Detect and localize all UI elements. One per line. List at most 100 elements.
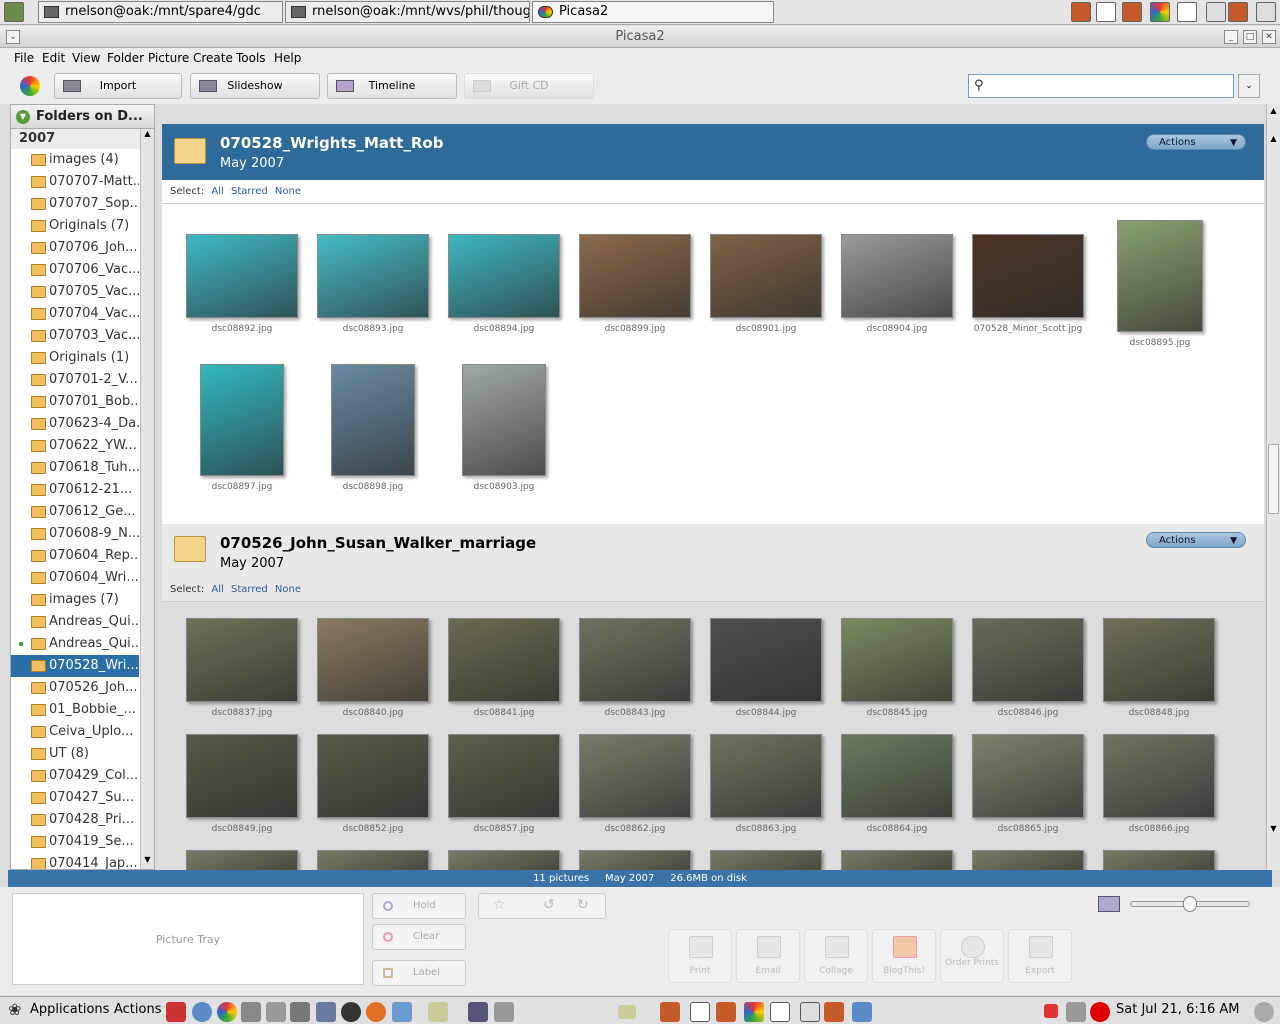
task-picasa[interactable]: Picasa2 bbox=[532, 1, 774, 23]
folder-item[interactable]: 01_Bobbie_... bbox=[11, 699, 139, 721]
photo-thumbnail[interactable] bbox=[972, 850, 1084, 870]
menu-edit[interactable]: Edit bbox=[42, 51, 65, 65]
folder-item[interactable]: Ceiva_Uplo... bbox=[11, 721, 139, 743]
folder-item[interactable]: 070618_Tuh... bbox=[11, 457, 139, 479]
menu-help[interactable]: Help bbox=[274, 51, 301, 65]
photo-thumbnail[interactable] bbox=[331, 364, 415, 476]
select-none-link[interactable]: None bbox=[275, 186, 301, 197]
folder-item[interactable]: 070604_Rep... bbox=[11, 545, 139, 567]
rotate-right-icon[interactable]: ↻ bbox=[577, 897, 589, 913]
folder-item[interactable]: 070612_Ge... bbox=[11, 501, 139, 523]
photo-thumbnail[interactable] bbox=[579, 734, 691, 818]
actions-menu[interactable]: Actions bbox=[114, 1002, 162, 1017]
photo-thumbnail[interactable] bbox=[448, 850, 560, 870]
photo-thumbnail[interactable] bbox=[186, 850, 298, 870]
folder-item[interactable]: 070604_Wri... bbox=[11, 567, 139, 589]
folder-item[interactable]: Andreas_Qui... bbox=[11, 611, 139, 633]
photo-thumbnail[interactable] bbox=[1103, 618, 1215, 702]
folder-item[interactable]: 070608-9_N... bbox=[11, 523, 139, 545]
clock[interactable]: Sat Jul 21, 6:16 AM bbox=[1116, 1002, 1240, 1017]
folder-list-header[interactable]: ▼ Folders on D... bbox=[11, 105, 154, 129]
year-group[interactable]: 2007 bbox=[11, 129, 154, 149]
window-menu-icon[interactable]: ⌄ bbox=[6, 30, 20, 44]
folder-list-scrollbar[interactable]: ▲ ▼ bbox=[140, 129, 154, 869]
photo-thumbnail[interactable] bbox=[1103, 850, 1215, 870]
photo-thumbnail[interactable] bbox=[579, 234, 691, 318]
photo-thumbnail[interactable] bbox=[1103, 734, 1215, 818]
firefox-window-icon[interactable] bbox=[824, 1002, 844, 1022]
photo-thumbnail[interactable] bbox=[1117, 220, 1203, 332]
folder-item[interactable]: 070705_Vac... bbox=[11, 281, 139, 303]
folder-item[interactable]: 070703_Vac... bbox=[11, 325, 139, 347]
show-desktop-icon[interactable] bbox=[4, 2, 24, 22]
notification-icon[interactable] bbox=[1044, 1004, 1058, 1018]
workspace-switcher-icon[interactable] bbox=[1256, 2, 1276, 22]
search-input[interactable] bbox=[991, 77, 1229, 95]
photo-thumbnail[interactable] bbox=[448, 234, 560, 318]
menu-picture[interactable]: Picture bbox=[148, 51, 189, 65]
clear-button[interactable]: Clear bbox=[372, 924, 466, 950]
folder-item[interactable]: Originals (1) bbox=[11, 347, 139, 369]
folder-item[interactable]: 070427_Su... bbox=[11, 787, 139, 809]
folder-item[interactable]: 070414_Jap... bbox=[11, 853, 139, 869]
timeline-button[interactable]: Timeline bbox=[327, 73, 457, 99]
folder-item[interactable]: 070701-2_V... bbox=[11, 369, 139, 391]
folder-item[interactable]: 070706_Vac... bbox=[11, 259, 139, 281]
maximize-button[interactable]: □ bbox=[1243, 30, 1257, 44]
photo-thumbnail[interactable] bbox=[841, 618, 953, 702]
photo-thumbnail[interactable] bbox=[186, 234, 298, 318]
search-options-button[interactable]: ⌄ bbox=[1238, 74, 1260, 98]
photo-thumbnail[interactable] bbox=[448, 618, 560, 702]
volume-icon[interactable] bbox=[1254, 1002, 1274, 1022]
firefox-launcher-icon[interactable] bbox=[1071, 2, 1091, 22]
hold-button[interactable]: Hold bbox=[372, 893, 466, 919]
picasa-window-icon[interactable] bbox=[744, 1002, 764, 1022]
launcher-icon[interactable] bbox=[428, 1002, 448, 1022]
blogthis-button[interactable]: BlogThis! bbox=[872, 929, 936, 983]
menu-file[interactable]: File bbox=[14, 51, 34, 65]
workspace-icon[interactable] bbox=[1206, 2, 1226, 22]
folder-item[interactable]: images (7) bbox=[11, 589, 139, 611]
photo-thumbnail[interactable] bbox=[972, 618, 1084, 702]
photo-thumbnail[interactable] bbox=[841, 734, 953, 818]
folder-item[interactable]: UT (8) bbox=[11, 743, 139, 765]
menu-tools[interactable]: Tools bbox=[236, 51, 266, 65]
photo-thumbnail[interactable] bbox=[841, 234, 953, 318]
folder-item[interactable]: 070701_Bob... bbox=[11, 391, 139, 413]
folder-item[interactable]: 070612-21... bbox=[11, 479, 139, 501]
photo-thumbnail[interactable] bbox=[972, 734, 1084, 818]
picasa-launcher-icon[interactable] bbox=[1150, 2, 1170, 22]
launcher-icon[interactable] bbox=[290, 1002, 310, 1022]
folder-item[interactable]: 070419_Se... bbox=[11, 831, 139, 853]
folder-header[interactable]: 070526_John_Susan_Walker_marriage May 20… bbox=[162, 524, 1264, 580]
slideshow-button[interactable]: Slideshow bbox=[190, 73, 320, 99]
select-starred-link[interactable]: Starred bbox=[231, 186, 268, 197]
folder-item[interactable]: 070707_Sop... bbox=[11, 193, 139, 215]
photo-thumbnail[interactable] bbox=[317, 618, 429, 702]
select-none-link[interactable]: None bbox=[275, 584, 301, 595]
app-launcher-icon[interactable] bbox=[166, 1002, 186, 1022]
label-button[interactable]: Label bbox=[372, 960, 466, 986]
minimize-button[interactable]: _ bbox=[1224, 30, 1238, 44]
window-icon[interactable] bbox=[690, 1002, 710, 1022]
folder-item[interactable]: Originals (7) bbox=[11, 215, 139, 237]
actions-button[interactable]: Actions ▼ bbox=[1146, 532, 1246, 548]
launcher-icon[interactable] bbox=[468, 1002, 488, 1022]
task-terminal-2[interactable]: rnelson@oak:/mnt/wvs/phil/thoughtlet bbox=[285, 1, 530, 23]
search-launcher-icon[interactable] bbox=[494, 1002, 514, 1022]
folder-item[interactable]: Andreas_Qui... bbox=[11, 633, 139, 655]
photo-thumbnail[interactable] bbox=[579, 850, 691, 870]
photo-thumbnail[interactable] bbox=[317, 850, 429, 870]
scroll-down-icon[interactable]: ▼ bbox=[142, 855, 153, 869]
photo-thumbnail[interactable] bbox=[448, 734, 560, 818]
scroll-down-icon[interactable]: ▼ bbox=[1268, 824, 1279, 838]
menu-create[interactable]: Create bbox=[193, 51, 233, 65]
window-list-icon[interactable] bbox=[1177, 2, 1197, 22]
launcher-icon[interactable] bbox=[266, 1002, 286, 1022]
order-prints-button[interactable]: Order Prints bbox=[940, 929, 1004, 983]
folder-item[interactable]: 070428_Pri... bbox=[11, 809, 139, 831]
folder-item[interactable]: 070429_Col... bbox=[11, 765, 139, 787]
folder-item[interactable]: 070707-Matt... bbox=[11, 171, 139, 193]
photo-thumbnail[interactable] bbox=[186, 734, 298, 818]
firefox-window-icon[interactable] bbox=[660, 1002, 680, 1022]
